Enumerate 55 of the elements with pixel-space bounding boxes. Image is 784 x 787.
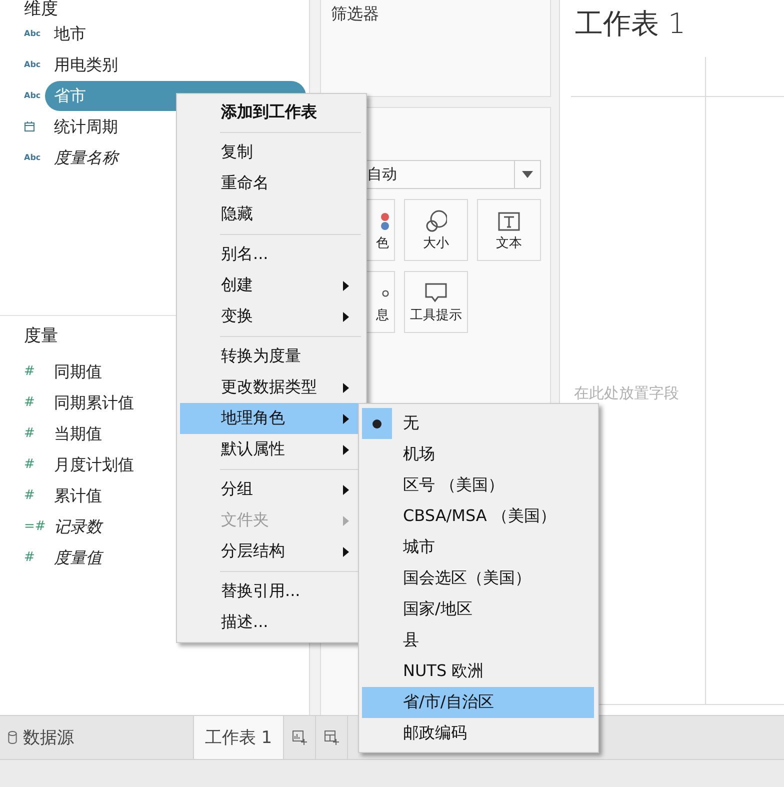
new-sheet-icon[interactable] (292, 730, 308, 746)
section-heading: 度量 (24, 326, 58, 346)
sheet-tab[interactable]: 工作表 1 (193, 716, 283, 759)
mark-property-button[interactable]: 文本 (477, 199, 541, 261)
speech-bubble-icon (425, 283, 447, 303)
menu-item[interactable]: 机场 (362, 439, 594, 470)
menu-item[interactable]: 描述... (180, 607, 361, 638)
number-type-icon: # (24, 426, 35, 441)
menu-item[interactable]: 隐藏 (180, 199, 361, 230)
menu-item[interactable]: 无 (362, 408, 594, 439)
database-icon (8, 731, 17, 744)
menu-item[interactable]: 默认属性 (180, 434, 361, 465)
menu-item[interactable]: 国会选区（美国） (362, 563, 594, 594)
new-dashboard-icon[interactable] (324, 730, 340, 746)
number-type-icon: # (24, 395, 35, 410)
card-title: 筛选器 (331, 4, 379, 23)
small-circle-icon (382, 290, 389, 296)
circles-icon (425, 210, 447, 232)
text-icon (498, 212, 520, 230)
data-source-tab[interactable]: 数据源 (23, 726, 74, 749)
menu-item[interactable]: 邮政编码 (362, 718, 594, 749)
string-type-icon: Abc (24, 60, 41, 69)
dropdown-caret-icon (522, 171, 533, 178)
menu-item[interactable]: 国家/地区 (362, 594, 594, 625)
menu-item[interactable]: 创建 (180, 270, 361, 301)
number-type-icon: =# (24, 519, 46, 534)
menu-item[interactable]: 区号 （美国） (362, 470, 594, 501)
number-type-icon: # (24, 457, 35, 472)
number-type-icon: # (24, 364, 35, 379)
menu-item[interactable]: CBSA/MSA （美国） (362, 501, 594, 532)
string-type-icon: Abc (24, 153, 41, 162)
menu-item[interactable]: 转换为度量 (180, 341, 361, 372)
color-dots-icon (381, 212, 389, 230)
sheet-title: 工作表 1 (575, 7, 686, 40)
menu-item[interactable]: 更改数据类型 (180, 372, 361, 403)
mark-property-button[interactable]: 工具提示 (404, 271, 468, 333)
menu-item[interactable]: 县 (362, 625, 594, 656)
string-type-icon: Abc (24, 91, 41, 100)
string-type-icon: Abc (24, 29, 41, 38)
menu-item[interactable]: 别名... (180, 239, 361, 270)
menu-item[interactable]: 变换 (180, 301, 361, 332)
drop-hint: 在此处放置字段 (574, 384, 679, 403)
field-item[interactable]: 用电类别 (45, 50, 306, 80)
menu-item[interactable]: 地理角色 (180, 403, 361, 434)
menu-item[interactable]: 省/市/自治区 (362, 687, 594, 718)
number-type-icon: # (24, 550, 35, 565)
calendar-icon (24, 121, 35, 132)
menu-item[interactable]: 城市 (362, 532, 594, 563)
menu-item[interactable]: NUTS 欧洲 (362, 656, 594, 687)
number-type-icon: # (24, 488, 35, 503)
menu-item[interactable]: 分层结构 (180, 536, 361, 567)
mark-property-button[interactable]: 大小 (404, 199, 468, 261)
menu-item[interactable]: 替换引用... (180, 576, 361, 607)
menu-item[interactable]: 分组 (180, 474, 361, 505)
field-item[interactable]: 地市 (45, 18, 306, 48)
